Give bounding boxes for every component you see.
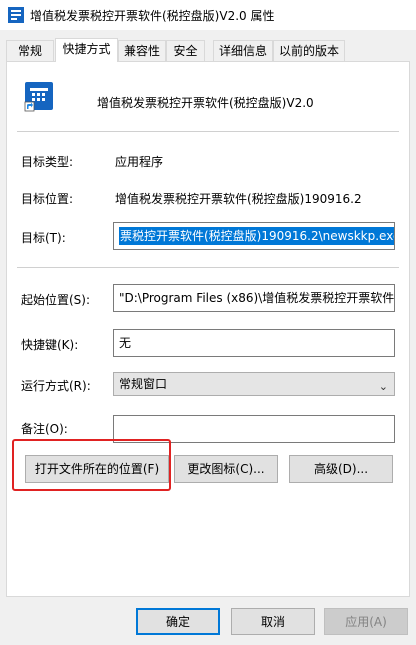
divider [17,131,399,132]
divider [17,267,399,268]
open-file-location-button[interactable]: 打开文件所在的位置(F) [25,455,169,483]
start-in-input-text: "D:\Program Files (x86)\增值税发票税控开票软件( [119,291,395,305]
target-location-label: 目标位置: [21,192,74,206]
chevron-down-icon: ⌄ [378,380,388,393]
title-bar: 增值税发票税控开票软件(税控盘版)V2.0 属性 [0,0,416,30]
shortcut-app-icon [24,82,53,112]
hotkey-input-text: 无 [119,336,132,350]
tab-general[interactable]: 常规 [6,40,54,61]
target-type-label: 目标类型: [21,155,74,169]
tab-strip: 常规 快捷方式 兼容性 安全 详细信息 以前的版本 [6,38,410,62]
tab-security[interactable]: 安全 [166,40,205,61]
apply-button[interactable]: 应用(A) [324,608,408,635]
run-label: 运行方式(R): [21,379,91,393]
ok-button[interactable]: 确定 [136,608,220,635]
run-select-value: 常规窗口 [119,377,168,391]
tab-shortcut[interactable]: 快捷方式 [55,38,118,62]
target-type-value: 应用程序 [115,155,164,169]
change-icon-button[interactable]: 更改图标(C)... [174,455,278,483]
comment-label: 备注(O): [21,422,68,436]
tab-previous-versions[interactable]: 以前的版本 [273,40,345,61]
start-in-input[interactable]: "D:\Program Files (x86)\增值税发票税控开票软件( [113,284,395,312]
shortcut-panel: 增值税发票税控开票软件(税控盘版)V2.0 目标类型: 应用程序 目标位置: 增… [6,61,410,597]
shortcut-name: 增值税发票税控开票软件(税控盘版)V2.0 [97,96,314,110]
tab-details[interactable]: 详细信息 [213,40,273,61]
target-input[interactable]: 票税控开票软件(税控盘版)190916.2\newskkp.exe" [113,222,395,250]
target-location-value: 增值税发票税控开票软件(税控盘版)190916.2 [115,192,362,206]
target-label: 目标(T): [21,231,66,245]
start-in-label: 起始位置(S): [21,293,91,307]
run-select[interactable]: 常规窗口 ⌄ [113,372,395,396]
window-title: 增值税发票税控开票软件(税控盘版)V2.0 属性 [30,9,275,23]
advanced-button[interactable]: 高级(D)... [289,455,393,483]
tab-compatibility[interactable]: 兼容性 [118,40,166,61]
cancel-button[interactable]: 取消 [231,608,315,635]
hotkey-input[interactable]: 无 [113,329,395,357]
hotkey-label: 快捷键(K): [21,338,79,352]
app-icon [8,7,24,23]
target-input-text: 票税控开票软件(税控盘版)190916.2\newskkp.exe" [119,227,394,245]
